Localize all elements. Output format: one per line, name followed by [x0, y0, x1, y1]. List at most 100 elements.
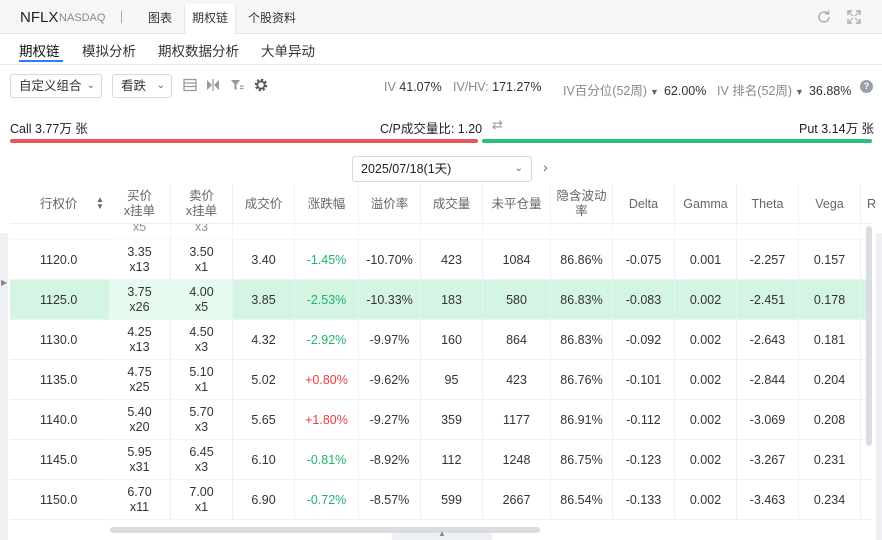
bid-size: x13: [129, 340, 150, 354]
refresh-icon[interactable]: [816, 9, 832, 25]
ask-quote-cell[interactable]: 5.10 x1: [171, 360, 233, 400]
expiry-date-select[interactable]: 2025/07/18(1天) ⌄: [352, 156, 532, 182]
bid-price: 4.75: [127, 365, 152, 379]
vega-cell: 0.204: [799, 360, 861, 400]
bid-size: x26: [129, 300, 150, 314]
chevron-down-icon: ⌄: [86, 80, 95, 91]
tab-stock-profile[interactable]: 个股资料: [241, 4, 303, 34]
gamma-cell: 0.002: [675, 440, 737, 480]
bid-size: x11: [129, 500, 150, 514]
caret-down-icon: ▼: [650, 87, 659, 97]
caret-up-icon: ▲: [438, 529, 446, 538]
sort-icon[interactable]: ▲ ▼: [96, 196, 104, 211]
combo-dropdown[interactable]: 自定义组合 ⌄: [10, 74, 102, 98]
strike-cell: 1125.0: [40, 292, 78, 307]
delta-cell: -0.123: [613, 440, 675, 480]
table-row[interactable]: 1125.0 3.75 x26 4.00 x5 3.85 -2.53% -10.33% 183 5…: [10, 280, 872, 320]
tab-chart[interactable]: 图表: [141, 4, 179, 34]
column-header-strike[interactable]: 行权价 ▲ ▼: [10, 184, 109, 224]
subtab-option-analytics[interactable]: 期权数据分析: [158, 40, 239, 60]
column-header-delta: Delta: [613, 184, 675, 224]
settings-icon[interactable]: [253, 77, 269, 93]
split-view-icon[interactable]: [206, 78, 220, 92]
bid-quote-cell[interactable]: 6.70 x11: [109, 480, 171, 520]
column-header-bid: 买价 x挂单: [109, 184, 171, 224]
table-row[interactable]: 1115.03.00x53.15x33.05-2.29%-11.07%14095…: [10, 224, 872, 240]
subtab-option-chain[interactable]: 期权链: [19, 40, 60, 60]
table-row[interactable]: 1130.0 4.25 x13 4.50 x3 4.32 -2.92% -9.97% 160 86…: [10, 320, 872, 360]
iv-rank-stat[interactable]: IV 排名(52周) ▼ 36.88%: [717, 80, 851, 99]
direction-dropdown[interactable]: 看跌 ⌄: [112, 74, 172, 98]
ask-quote-cell[interactable]: 6.45 x3: [171, 440, 233, 480]
iv-value: 41.07%: [399, 80, 442, 94]
premium-cell: -9.27%: [359, 400, 421, 440]
left-panel-handle[interactable]: ▶: [0, 233, 8, 540]
table-row[interactable]: 1120.0 3.35 x13 3.50 x1 3.40 -1.45% -10.70% 423 1…: [10, 240, 872, 280]
bid-quote-cell[interactable]: 5.95 x31: [109, 440, 171, 480]
bid-price: 6.70: [127, 485, 152, 499]
ask-quote-cell[interactable]: 3.15x3: [171, 224, 233, 240]
ask-quote-cell[interactable]: 7.00 x1: [171, 480, 233, 520]
ask-size: x5: [194, 300, 209, 314]
direction-dropdown-label: 看跌: [121, 79, 147, 93]
divider: [0, 64, 882, 65]
expand-icon[interactable]: [846, 9, 862, 25]
bid-quote-cell[interactable]: 5.40 x20: [109, 400, 171, 440]
strike-cell: 1135.0: [40, 372, 78, 387]
help-icon[interactable]: ?: [860, 80, 873, 93]
implied-volatility-cell: 86.76%: [551, 360, 613, 400]
chevron-right-icon[interactable]: ›: [543, 159, 548, 175]
change-percent-cell: -2.92%: [295, 320, 359, 360]
ask-quote-cell[interactable]: 3.50 x1: [171, 240, 233, 280]
iv-rank-value: 36.88%: [808, 84, 852, 98]
table-row[interactable]: 1150.0 6.70 x11 7.00 x1 6.90 -0.72% -8.57% 599 26…: [10, 480, 872, 520]
option-chain-table: 1115.03.00x53.15x33.05-2.29%-11.07%14095…: [10, 224, 872, 524]
column-header-theta: Theta: [737, 184, 799, 224]
ask-quote-cell[interactable]: 4.50 x3: [171, 320, 233, 360]
vertical-scrollbar[interactable]: [866, 226, 872, 446]
table-icon[interactable]: [183, 78, 197, 92]
subtab-simulation[interactable]: 模拟分析: [82, 40, 136, 60]
premium-cell: -8.92%: [359, 440, 421, 480]
strike-cell: 1140.0: [40, 412, 78, 427]
premium-cell: -9.62%: [359, 360, 421, 400]
filter-icon[interactable]: [230, 78, 244, 92]
implied-volatility-cell: 86.83%: [551, 280, 613, 320]
iv-percentile-stat[interactable]: IV百分位(52周) ▼ 62.00%: [563, 80, 706, 99]
last-price-cell: 5.02: [233, 360, 295, 400]
column-header-volume: 成交量: [421, 184, 483, 224]
bid-quote-cell[interactable]: 3.00x5: [109, 224, 171, 240]
ask-size: x3: [194, 420, 209, 434]
open-interest-cell: 580: [483, 280, 551, 320]
change-percent-cell: -0.81%: [295, 440, 359, 480]
ask-price: 5.10: [189, 365, 214, 379]
column-header-premium: 溢价率: [359, 184, 421, 224]
bottom-panel-handle[interactable]: ▲: [392, 529, 492, 540]
bid-quote-cell[interactable]: 3.75 x26: [109, 280, 171, 320]
change-percent-cell: +1.80%: [295, 400, 359, 440]
bid-size: x20: [129, 420, 150, 434]
strike-cell: 1120.0: [40, 252, 78, 267]
chevron-down-icon: ⌄: [156, 80, 165, 91]
chevron-down-icon: ⌄: [514, 163, 523, 174]
cp-ratio-label: C/P成交量比:: [380, 122, 455, 136]
volume-cell: 95: [421, 360, 483, 400]
table-row[interactable]: 1140.0 5.40 x20 5.70 x3 5.65 +1.80% -9.27% 359 11…: [10, 400, 872, 440]
ask-quote-cell[interactable]: 4.00 x5: [171, 280, 233, 320]
ask-quote-cell[interactable]: 5.70 x3: [171, 400, 233, 440]
subtab-unusual-activity[interactable]: 大单异动: [261, 40, 315, 60]
table-row[interactable]: 1145.0 5.95 x31 6.45 x3 6.10 -0.81% -8.92% 112 12…: [10, 440, 872, 480]
table-row[interactable]: 1135.0 4.75 x25 5.10 x1 5.02 +0.80% -9.62% 95 423…: [10, 360, 872, 400]
bid-quote-cell[interactable]: 3.35 x13: [109, 240, 171, 280]
swap-icon[interactable]: ⇄: [492, 117, 503, 133]
right-panel-handle[interactable]: [876, 233, 882, 540]
bid-quote-cell[interactable]: 4.25 x13: [109, 320, 171, 360]
bid-price: 5.40: [127, 405, 152, 419]
vega-cell: 0.134: [799, 224, 861, 240]
ask-price: 4.50: [189, 325, 214, 339]
bid-quote-cell[interactable]: 4.75 x25: [109, 360, 171, 400]
last-price-cell: 3.85: [233, 280, 295, 320]
tab-option-chain[interactable]: 期权链: [184, 4, 236, 34]
gamma-cell: 0.001: [675, 224, 737, 240]
theta-cell: -3.463: [737, 480, 799, 520]
